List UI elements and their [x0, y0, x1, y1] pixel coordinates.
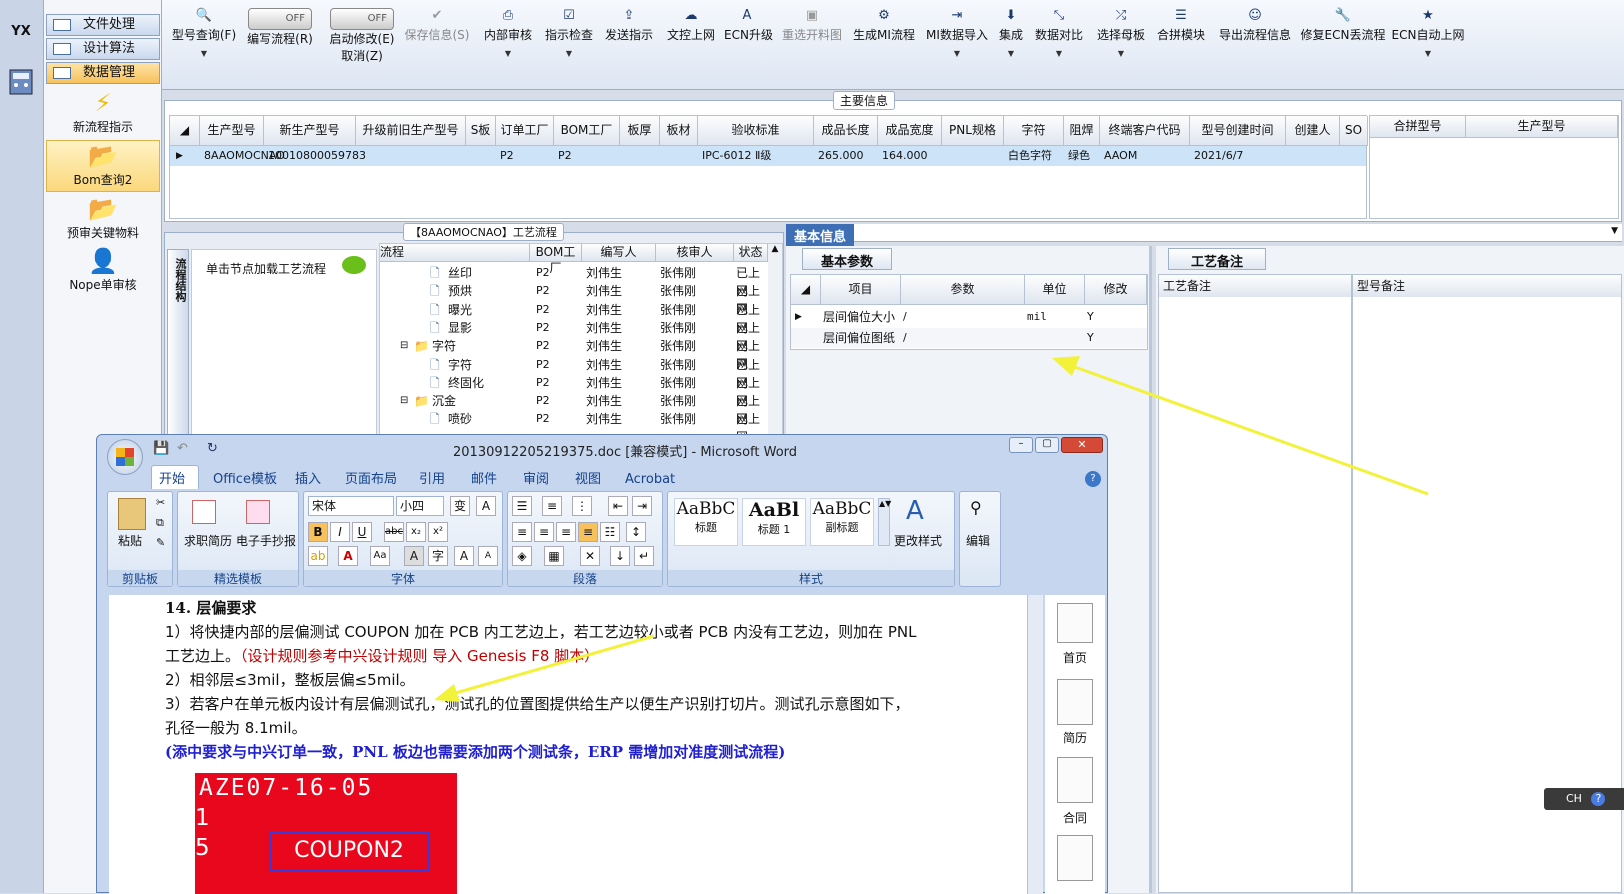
arrow-upper [1052, 356, 1429, 496]
annotation-arrows [434, 356, 1429, 702]
arrow-lower [434, 634, 655, 702]
